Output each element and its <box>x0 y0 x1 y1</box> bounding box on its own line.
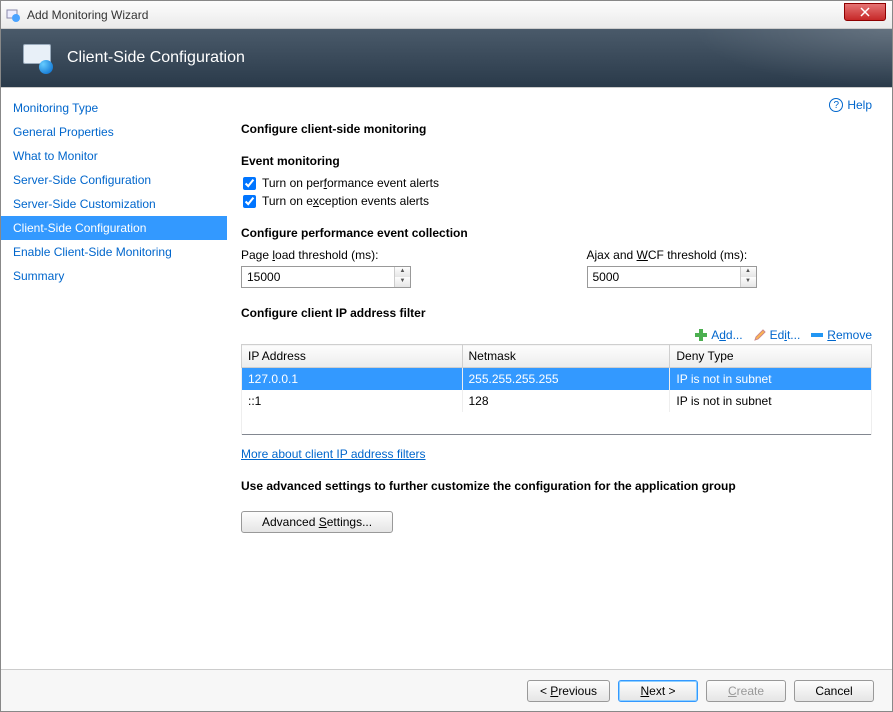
nav-enable-client-side-monitoring[interactable]: Enable Client-Side Monitoring <box>1 240 227 264</box>
titlebar: Add Monitoring Wizard <box>1 1 892 29</box>
checkbox-exception-alerts-input[interactable] <box>243 195 256 208</box>
minus-icon <box>810 328 824 342</box>
window-title: Add Monitoring Wizard <box>27 8 148 22</box>
page-load-threshold-input[interactable] <box>242 267 394 287</box>
col-ip-address[interactable]: IP Address <box>242 345 463 368</box>
help-label: Help <box>847 98 872 112</box>
banner-title: Client-Side Configuration <box>67 49 245 67</box>
plus-icon <box>694 328 708 342</box>
add-button[interactable]: Add... <box>694 328 742 342</box>
previous-button[interactable]: < Previous <box>527 680 610 702</box>
spinner-down-icon[interactable]: ▼ <box>741 277 756 287</box>
cell-ip: 127.0.0.1 <box>242 368 463 391</box>
heading-advanced: Use advanced settings to further customi… <box>241 479 872 493</box>
nav-server-side-configuration[interactable]: Server-Side Configuration <box>1 168 227 192</box>
ajax-wcf-threshold-label: Ajax and WCF threshold (ms): <box>587 248 873 262</box>
advanced-settings-button[interactable]: Advanced Settings... <box>241 511 393 533</box>
wizard-body: Monitoring Type General Properties What … <box>1 87 892 669</box>
cell-deny: IP is not in subnet <box>670 390 872 412</box>
nav-monitoring-type[interactable]: Monitoring Type <box>1 96 227 120</box>
sidebar: Monitoring Type General Properties What … <box>1 88 227 669</box>
col-netmask[interactable]: Netmask <box>462 345 670 368</box>
nav-general-properties[interactable]: General Properties <box>1 120 227 144</box>
checkbox-performance-alerts-label: Turn on performance event alerts <box>262 176 439 190</box>
close-icon <box>860 7 870 17</box>
create-button: Create <box>706 680 786 702</box>
nav-client-side-configuration[interactable]: Client-Side Configuration <box>1 216 227 240</box>
ip-filter-table[interactable]: IP Address Netmask Deny Type 127.0.0.1 2… <box>241 344 872 435</box>
checkbox-performance-alerts-input[interactable] <box>243 177 256 190</box>
next-button[interactable]: Next > <box>618 680 698 702</box>
spinner-up-icon[interactable]: ▲ <box>741 267 756 277</box>
heading-ip-filter: Configure client IP address filter <box>241 306 872 320</box>
table-row-empty <box>242 412 872 434</box>
wizard-footer: < Previous Next > Create Cancel <box>1 669 892 711</box>
cell-ip: ::1 <box>242 390 463 412</box>
col-deny-type[interactable]: Deny Type <box>670 345 872 368</box>
table-row[interactable]: ::1 128 IP is not in subnet <box>242 390 872 412</box>
nav-summary[interactable]: Summary <box>1 264 227 288</box>
remove-button[interactable]: Remove <box>810 328 872 342</box>
cancel-button[interactable]: Cancel <box>794 680 874 702</box>
nav-server-side-customization[interactable]: Server-Side Customization <box>1 192 227 216</box>
heading-event-monitoring: Event monitoring <box>241 154 872 168</box>
page-load-threshold-label: Page load threshold (ms): <box>241 248 527 262</box>
help-icon: ? <box>829 98 843 112</box>
heading-performance-collection: Configure performance event collection <box>241 226 872 240</box>
checkbox-exception-alerts-label: Turn on exception events alerts <box>262 194 429 208</box>
checkbox-performance-alerts[interactable]: Turn on performance event alerts <box>241 176 872 190</box>
banner-icon <box>21 42 53 74</box>
edit-button[interactable]: Edit... <box>753 328 801 342</box>
cell-deny: IP is not in subnet <box>670 368 872 391</box>
cell-netmask: 255.255.255.255 <box>462 368 670 391</box>
spinner-down-icon[interactable]: ▼ <box>395 277 410 287</box>
banner: Client-Side Configuration <box>1 29 892 87</box>
page-load-threshold-spinner[interactable]: ▲ ▼ <box>241 266 411 288</box>
heading-configure-client-side: Configure client-side monitoring <box>241 122 872 136</box>
help-link[interactable]: ? Help <box>829 98 872 112</box>
content-pane: ? Help Configure client-side monitoring … <box>227 88 892 669</box>
table-row[interactable]: 127.0.0.1 255.255.255.255 IP is not in s… <box>242 368 872 391</box>
link-more-about-filters[interactable]: More about client IP address filters <box>241 447 426 461</box>
close-button[interactable] <box>844 3 886 21</box>
pencil-icon <box>753 328 767 342</box>
app-icon <box>5 7 21 23</box>
cell-netmask: 128 <box>462 390 670 412</box>
ip-filter-toolbar: Add... Edit... Remove <box>241 328 872 342</box>
ajax-wcf-threshold-input[interactable] <box>588 267 740 287</box>
checkbox-exception-alerts[interactable]: Turn on exception events alerts <box>241 194 872 208</box>
nav-what-to-monitor[interactable]: What to Monitor <box>1 144 227 168</box>
spinner-up-icon[interactable]: ▲ <box>395 267 410 277</box>
ajax-wcf-threshold-spinner[interactable]: ▲ ▼ <box>587 266 757 288</box>
